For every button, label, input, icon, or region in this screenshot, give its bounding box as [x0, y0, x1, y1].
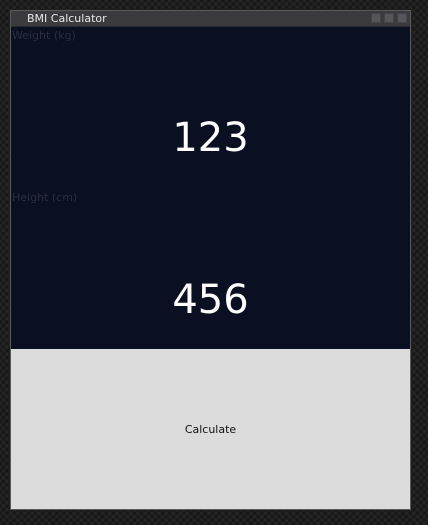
- calculate-button[interactable]: Calculate: [11, 349, 410, 509]
- title-bar[interactable]: BMI Calculator: [11, 11, 410, 27]
- weight-label: Weight (kg): [12, 29, 76, 42]
- close-icon[interactable]: [397, 13, 407, 23]
- bmi-calculator-window: BMI Calculator Weight (kg) 123 Height (c…: [10, 10, 411, 510]
- weight-input[interactable]: 123: [11, 115, 410, 161]
- inputs-panel: Weight (kg) 123 Height (cm) 456: [11, 27, 410, 349]
- calculate-label: Calculate: [184, 422, 237, 436]
- height-input[interactable]: 456: [11, 277, 410, 323]
- window-title: BMI Calculator: [27, 12, 107, 25]
- minimize-icon[interactable]: [371, 13, 381, 23]
- maximize-icon[interactable]: [384, 13, 394, 23]
- height-label: Height (cm): [12, 191, 78, 204]
